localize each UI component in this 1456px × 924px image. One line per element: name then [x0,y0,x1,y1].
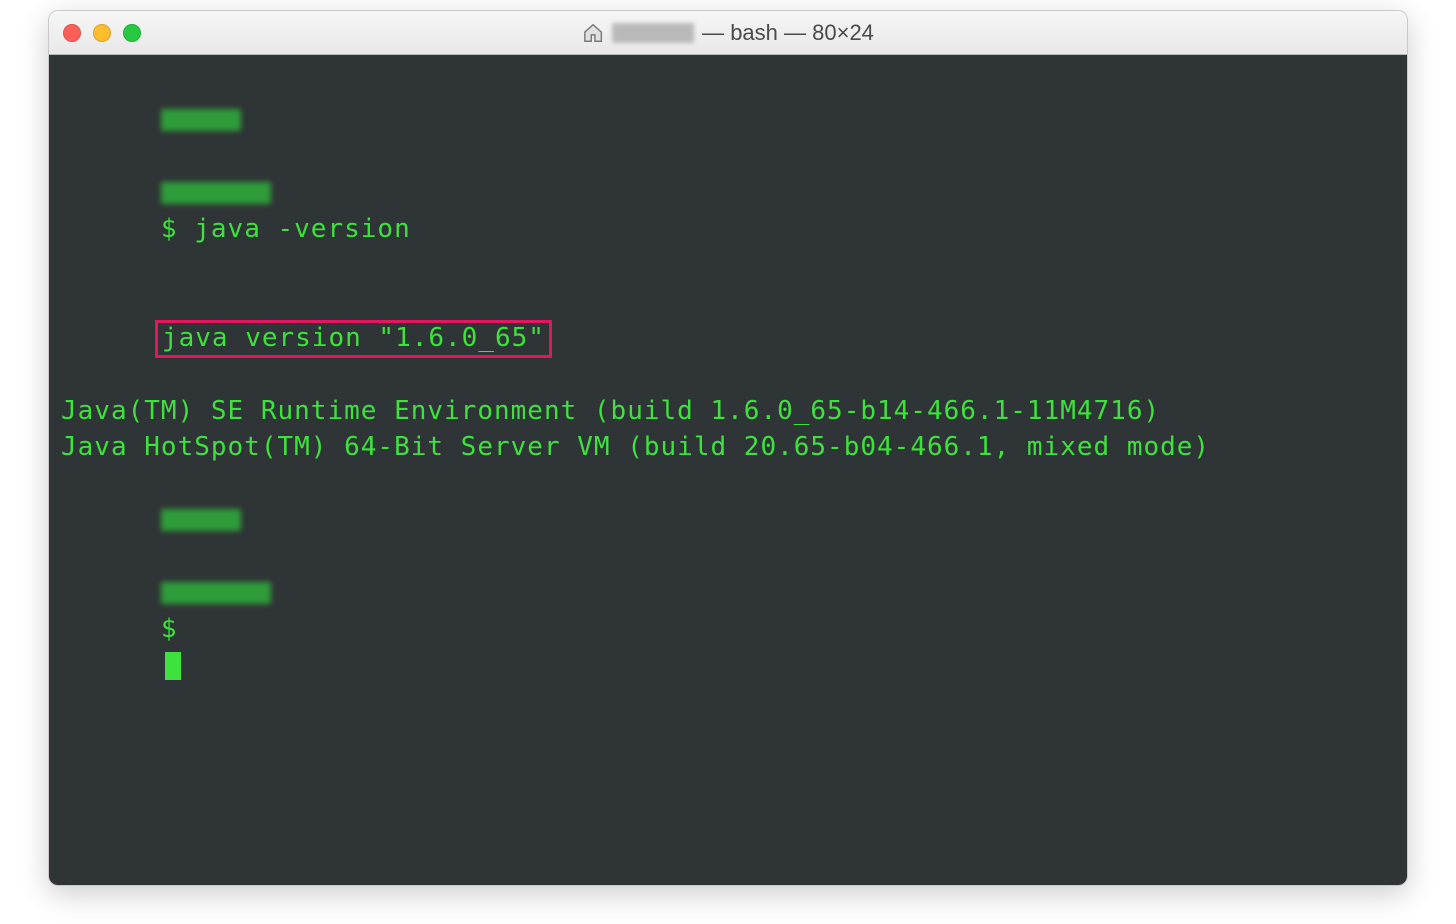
cursor [165,652,181,680]
close-button[interactable] [63,24,81,42]
title-text: — bash — 80×24 [702,20,874,46]
redacted-hostname-2 [161,509,241,531]
maximize-button[interactable] [123,24,141,42]
terminal-line-command: $ java -version [61,65,1395,283]
titlebar[interactable]: — bash — 80×24 [49,11,1407,55]
traffic-lights [63,24,141,42]
prompt-symbol-2: $ [161,614,178,644]
terminal-line-prompt: $ [61,465,1395,720]
terminal-body[interactable]: $ java -version java version "1.6.0_65" … [49,55,1407,885]
terminal-line-output-2: Java(TM) SE Runtime Environment (build 1… [61,393,1395,429]
redacted-user [161,182,271,204]
terminal-line-output-1: java version "1.6.0_65" [61,283,1395,392]
minimize-button[interactable] [93,24,111,42]
terminal-window: — bash — 80×24 $ java -version java vers… [48,10,1408,886]
redacted-user-2 [161,582,271,604]
prompt-symbol: $ [161,214,178,244]
command-text: java -version [194,214,411,244]
redacted-title-text [612,23,694,43]
redacted-hostname [161,109,241,131]
window-title: — bash — 80×24 [582,20,874,46]
home-icon [582,22,604,44]
highlighted-version: java version "1.6.0_65" [155,320,552,358]
terminal-line-output-3: Java HotSpot(TM) 64-Bit Server VM (build… [61,429,1395,465]
